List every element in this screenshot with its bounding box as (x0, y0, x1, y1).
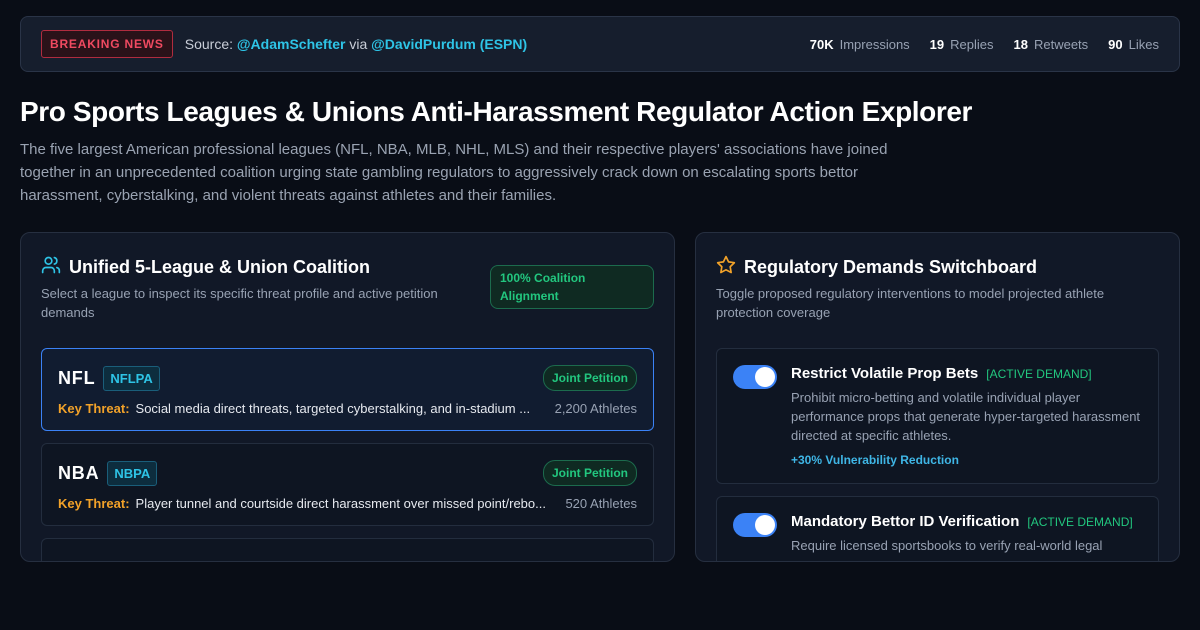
petition-status-badge: Joint Petition (543, 365, 637, 391)
source-prefix: Source: (184, 36, 237, 52)
league-name: NBA (58, 462, 100, 483)
demand-title: Mandatory Bettor ID Verification (791, 513, 1020, 530)
demands-panel: Regulatory Demands Switchboard Toggle pr… (695, 232, 1180, 562)
demand-toggle[interactable] (733, 365, 777, 389)
page-description: The five largest American professional l… (20, 141, 888, 204)
demands-panel-title-row: Regulatory Demands Switchboard (716, 255, 1159, 280)
source-handle-link[interactable]: @DavidPurdum (ESPN) (371, 36, 527, 52)
demand-title: Restrict Volatile Prop Bets (791, 365, 979, 382)
demand-impact: +30% Vulnerability Reduction (791, 453, 959, 467)
page-title: Pro Sports Leagues & Unions Anti-Harassm… (20, 96, 973, 127)
stat-value: 90 (1108, 36, 1123, 52)
union-tag: NFLPA (103, 365, 160, 391)
coalition-panel-title: Unified 5-League & Union Coalition (69, 257, 370, 277)
stat-retweets: 18 Retweets (1014, 37, 1089, 52)
demands-panel-header: Regulatory Demands Switchboard Toggle pr… (716, 255, 1159, 355)
league-card-header: NFL NFLPA Joint Petition (58, 365, 637, 391)
demand-body: Restrict Volatile Prop Bets [ACTIVE DEMA… (791, 365, 1142, 467)
stat-label: Impressions (839, 36, 910, 52)
threat-label: Key Threat: (58, 496, 130, 511)
union-tag: NBPA (107, 460, 158, 486)
demand-title-row: Restrict Volatile Prop Bets [ACTIVE DEMA… (791, 365, 1142, 382)
threat-text: Player tunnel and courtside direct haras… (135, 496, 546, 511)
demands-panel-title: Regulatory Demands Switchboard (744, 257, 1038, 277)
petition-status-badge: Joint Petition (543, 460, 637, 486)
athlete-count: 2,200 Athletes (554, 401, 637, 416)
star-icon (716, 255, 736, 280)
demand-body: Mandatory Bettor ID Verification [ACTIVE… (791, 513, 1142, 555)
stat-label: Likes (1128, 36, 1159, 52)
stat-replies: 19 Replies (930, 37, 994, 52)
league-card-next[interactable] (41, 538, 654, 561)
news-source-bar: BREAKING NEWS Source: @AdamSchefter via … (20, 16, 1180, 72)
league-card-nfl[interactable]: NFL NFLPA Joint Petition Key Threat: Soc… (41, 348, 654, 431)
demand-status: [ACTIVE DEMAND] (986, 367, 1092, 381)
league-name: NFL (58, 367, 96, 388)
stat-value: 19 (929, 36, 945, 52)
toggle-knob (755, 367, 775, 387)
coalition-panel: Unified 5-League & Union Coalition Selec… (20, 232, 675, 562)
demand-description: Prohibit micro-betting and volatile indi… (791, 390, 1141, 443)
league-card-threat-row: Key Threat: Social media direct threats,… (58, 401, 637, 416)
stat-value: 18 (1013, 36, 1028, 52)
demand-status: [ACTIVE DEMAND] (1027, 515, 1133, 529)
stat-value: 70K (809, 36, 834, 52)
stat-likes: 90 Likes (1108, 37, 1159, 52)
league-card-threat-row: Key Threat: Player tunnel and courtside … (58, 496, 637, 511)
source-line: Source: @AdamSchefter via @DavidPurdum (… (185, 36, 527, 52)
demand-description: Require licensed sportsbooks to verify r… (791, 538, 1103, 553)
league-card-nba[interactable]: NBA NBPA Joint Petition Key Threat: Play… (41, 443, 654, 526)
breaking-news-badge: BREAKING NEWS (41, 30, 173, 58)
league-card-header: NBA NBPA Joint Petition (58, 460, 637, 486)
source-via: via (345, 36, 372, 52)
demands-panel-subtitle: Toggle proposed regulatory interventions… (716, 286, 1105, 320)
demand-card-bettor-id: Mandatory Bettor ID Verification [ACTIVE… (716, 496, 1159, 561)
demand-toggle[interactable] (733, 513, 777, 537)
stat-label: Retweets (1033, 36, 1089, 52)
athlete-count: 520 Athletes (565, 496, 637, 511)
coalition-alignment-badge: 100% Coalition Alignment (490, 265, 654, 309)
threat-text: Social media direct threats, targeted cy… (135, 401, 531, 416)
demand-card-prop-bets: Restrict Volatile Prop Bets [ACTIVE DEMA… (716, 348, 1159, 484)
source-handle-link[interactable]: @AdamSchefter (237, 36, 346, 52)
coalition-panel-header: Unified 5-League & Union Coalition Selec… (41, 255, 654, 355)
stat-impressions: 70K Impressions (810, 37, 910, 52)
stat-label: Replies (950, 36, 994, 52)
users-icon (41, 255, 61, 280)
engagement-stats: 70K Impressions 19 Replies 18 Retweets 90 Li… (810, 37, 1159, 52)
toggle-knob (755, 515, 775, 535)
coalition-panel-subtitle: Select a league to inspect its specific … (41, 286, 438, 320)
threat-label: Key Threat: (58, 401, 130, 416)
demand-title-row: Mandatory Bettor ID Verification [ACTIVE… (791, 513, 1142, 530)
